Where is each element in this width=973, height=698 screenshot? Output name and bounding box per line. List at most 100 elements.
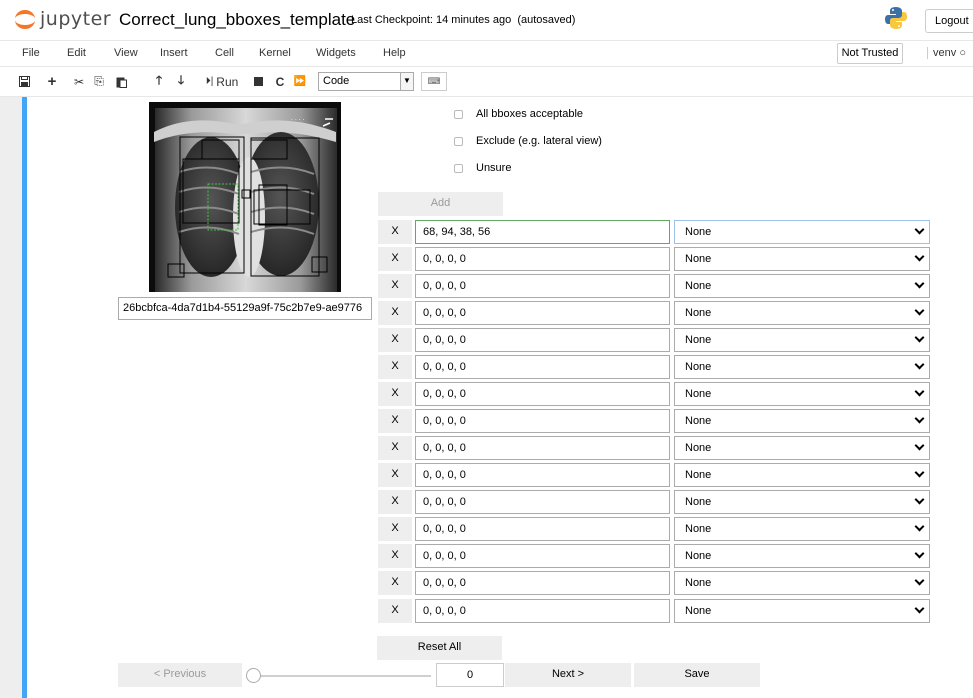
menu-insert[interactable]: Insert — [160, 47, 188, 59]
cell-type-select[interactable]: Code ▼ — [318, 72, 414, 91]
bbox-coords-input[interactable]: 0, 0, 0, 0 — [415, 301, 670, 325]
checkbox-label: All bboxes acceptable — [476, 108, 584, 120]
stop-icon[interactable] — [251, 71, 265, 92]
checkbox-all-acceptable[interactable]: All bboxes acceptable — [454, 108, 583, 120]
remove-bbox-button[interactable]: X — [378, 544, 412, 568]
checkbox-exclude[interactable]: Exclude (e.g. lateral view) — [454, 135, 602, 147]
plus-icon[interactable]: + — [42, 71, 62, 92]
bbox-label-value: None — [685, 253, 712, 265]
bbox-coords-input[interactable]: 0, 0, 0, 0 — [415, 599, 670, 623]
menu-widgets[interactable]: Widgets — [316, 47, 356, 59]
notebook-title[interactable]: Correct_lung_bboxes_template — [119, 10, 355, 30]
add-bbox-button[interactable]: Add — [378, 192, 503, 216]
checkbox[interactable] — [454, 109, 463, 119]
restart-icon[interactable]: C — [272, 71, 288, 92]
chevron-down-icon — [914, 440, 925, 451]
bbox-label-value: None — [685, 388, 712, 400]
bbox-label-select[interactable]: None — [674, 490, 930, 514]
bbox-label-value: None — [685, 577, 712, 589]
bbox-label-select[interactable]: None — [674, 571, 930, 595]
bbox-coords-input[interactable]: 0, 0, 0, 0 — [415, 355, 670, 379]
bbox-row: X 0, 0, 0, 0 None — [378, 436, 930, 460]
bbox-coords-input[interactable]: 0, 0, 0, 0 — [415, 274, 670, 298]
image-index-slider-track[interactable] — [255, 675, 431, 677]
bbox-label-select[interactable]: None — [674, 274, 930, 298]
xray-image[interactable]: · · · · — [149, 102, 341, 292]
run-button[interactable]: ⏵| Run — [202, 71, 242, 92]
remove-bbox-button[interactable]: X — [378, 463, 412, 487]
menu-help[interactable]: Help — [383, 47, 406, 59]
checkbox[interactable] — [454, 163, 463, 173]
bbox-coords-input[interactable]: 0, 0, 0, 0 — [415, 571, 670, 595]
bbox-coords-input[interactable]: 0, 0, 0, 0 — [415, 247, 670, 271]
bbox-coords-input[interactable]: 0, 0, 0, 0 — [415, 409, 670, 433]
bbox-label-select[interactable]: None — [674, 463, 930, 487]
save-icon[interactable] — [14, 71, 34, 92]
jupyter-logo[interactable]: jupyter — [14, 8, 111, 30]
previous-button[interactable]: < Previous — [118, 663, 242, 687]
reset-all-button[interactable]: Reset All — [377, 636, 502, 660]
bbox-coords-input[interactable]: 0, 0, 0, 0 — [415, 544, 670, 568]
checkbox[interactable] — [454, 136, 463, 146]
arrow-up-icon[interactable]: 🡑 — [150, 71, 168, 92]
bbox-label-select[interactable]: None — [674, 544, 930, 568]
remove-bbox-button[interactable]: X — [378, 599, 412, 623]
fast-forward-icon[interactable]: ⏩ — [292, 71, 308, 92]
bbox-label-select[interactable]: None — [674, 328, 930, 352]
scissors-icon[interactable]: ✂ — [70, 71, 88, 92]
keyboard-icon[interactable]: ⌨ — [421, 72, 447, 91]
save-button[interactable]: Save — [634, 663, 760, 687]
bbox-label-select[interactable]: None — [674, 355, 930, 379]
bbox-coords-input[interactable]: 0, 0, 0, 0 — [415, 463, 670, 487]
bbox-label-value: None — [685, 226, 712, 238]
bbox-coords-input[interactable]: 68, 94, 38, 56 — [415, 220, 670, 244]
bbox-label-select[interactable]: None — [674, 599, 930, 623]
menu-edit[interactable]: Edit — [67, 47, 86, 59]
remove-bbox-button[interactable]: X — [378, 571, 412, 595]
remove-bbox-button[interactable]: X — [378, 409, 412, 433]
bbox-label-select[interactable]: None — [674, 247, 930, 271]
arrow-down-icon[interactable]: 🡓 — [172, 71, 190, 92]
bbox-coords-input[interactable]: 0, 0, 0, 0 — [415, 517, 670, 541]
bbox-label-value: None — [685, 442, 712, 454]
bbox-label-value: None — [685, 334, 712, 346]
checkbox-unsure[interactable]: Unsure — [454, 162, 511, 174]
logout-button[interactable]: Logout — [925, 9, 973, 33]
bbox-label-select[interactable]: None — [674, 382, 930, 406]
remove-bbox-button[interactable]: X — [378, 436, 412, 460]
remove-bbox-button[interactable]: X — [378, 247, 412, 271]
bbox-label-select[interactable]: None — [674, 220, 930, 244]
bbox-label-select[interactable]: None — [674, 436, 930, 460]
bbox-coords-input[interactable]: 0, 0, 0, 0 — [415, 328, 670, 352]
remove-bbox-button[interactable]: X — [378, 274, 412, 298]
bbox-label-select[interactable]: None — [674, 301, 930, 325]
bbox-coords-input[interactable]: 0, 0, 0, 0 — [415, 436, 670, 460]
image-index-input[interactable]: 0 — [436, 663, 504, 687]
chevron-down-icon — [914, 224, 925, 235]
image-index-slider-handle[interactable] — [246, 668, 261, 683]
remove-bbox-button[interactable]: X — [378, 220, 412, 244]
menu-file[interactable]: File — [22, 47, 40, 59]
checkpoint-text: Last Checkpoint: 14 minutes ago — [351, 14, 512, 26]
menu-kernel[interactable]: Kernel — [259, 47, 291, 59]
remove-bbox-button[interactable]: X — [378, 301, 412, 325]
bbox-row: X 0, 0, 0, 0 None — [378, 409, 930, 433]
remove-bbox-button[interactable]: X — [378, 382, 412, 406]
trust-status-button[interactable]: Not Trusted — [837, 43, 903, 64]
menu-view[interactable]: View — [114, 47, 138, 59]
bbox-coords-input[interactable]: 0, 0, 0, 0 — [415, 382, 670, 406]
bbox-coords-input[interactable]: 0, 0, 0, 0 — [415, 490, 670, 514]
bbox-label-select[interactable]: None — [674, 517, 930, 541]
remove-bbox-button[interactable]: X — [378, 355, 412, 379]
next-button[interactable]: Next > — [505, 663, 631, 687]
menu-cell[interactable]: Cell — [215, 47, 234, 59]
bbox-label-value: None — [685, 605, 712, 617]
bbox-row: X 0, 0, 0, 0 None — [378, 599, 930, 623]
bbox-label-select[interactable]: None — [674, 409, 930, 433]
paste-icon[interactable] — [110, 71, 132, 92]
remove-bbox-button[interactable]: X — [378, 328, 412, 352]
remove-bbox-button[interactable]: X — [378, 490, 412, 514]
copy-icon[interactable]: ⎘ — [90, 71, 108, 92]
remove-bbox-button[interactable]: X — [378, 517, 412, 541]
image-id-field[interactable]: 26bcbfca-4da7d1b4-55129a9f-75c2b7e9-ae97… — [118, 297, 372, 320]
